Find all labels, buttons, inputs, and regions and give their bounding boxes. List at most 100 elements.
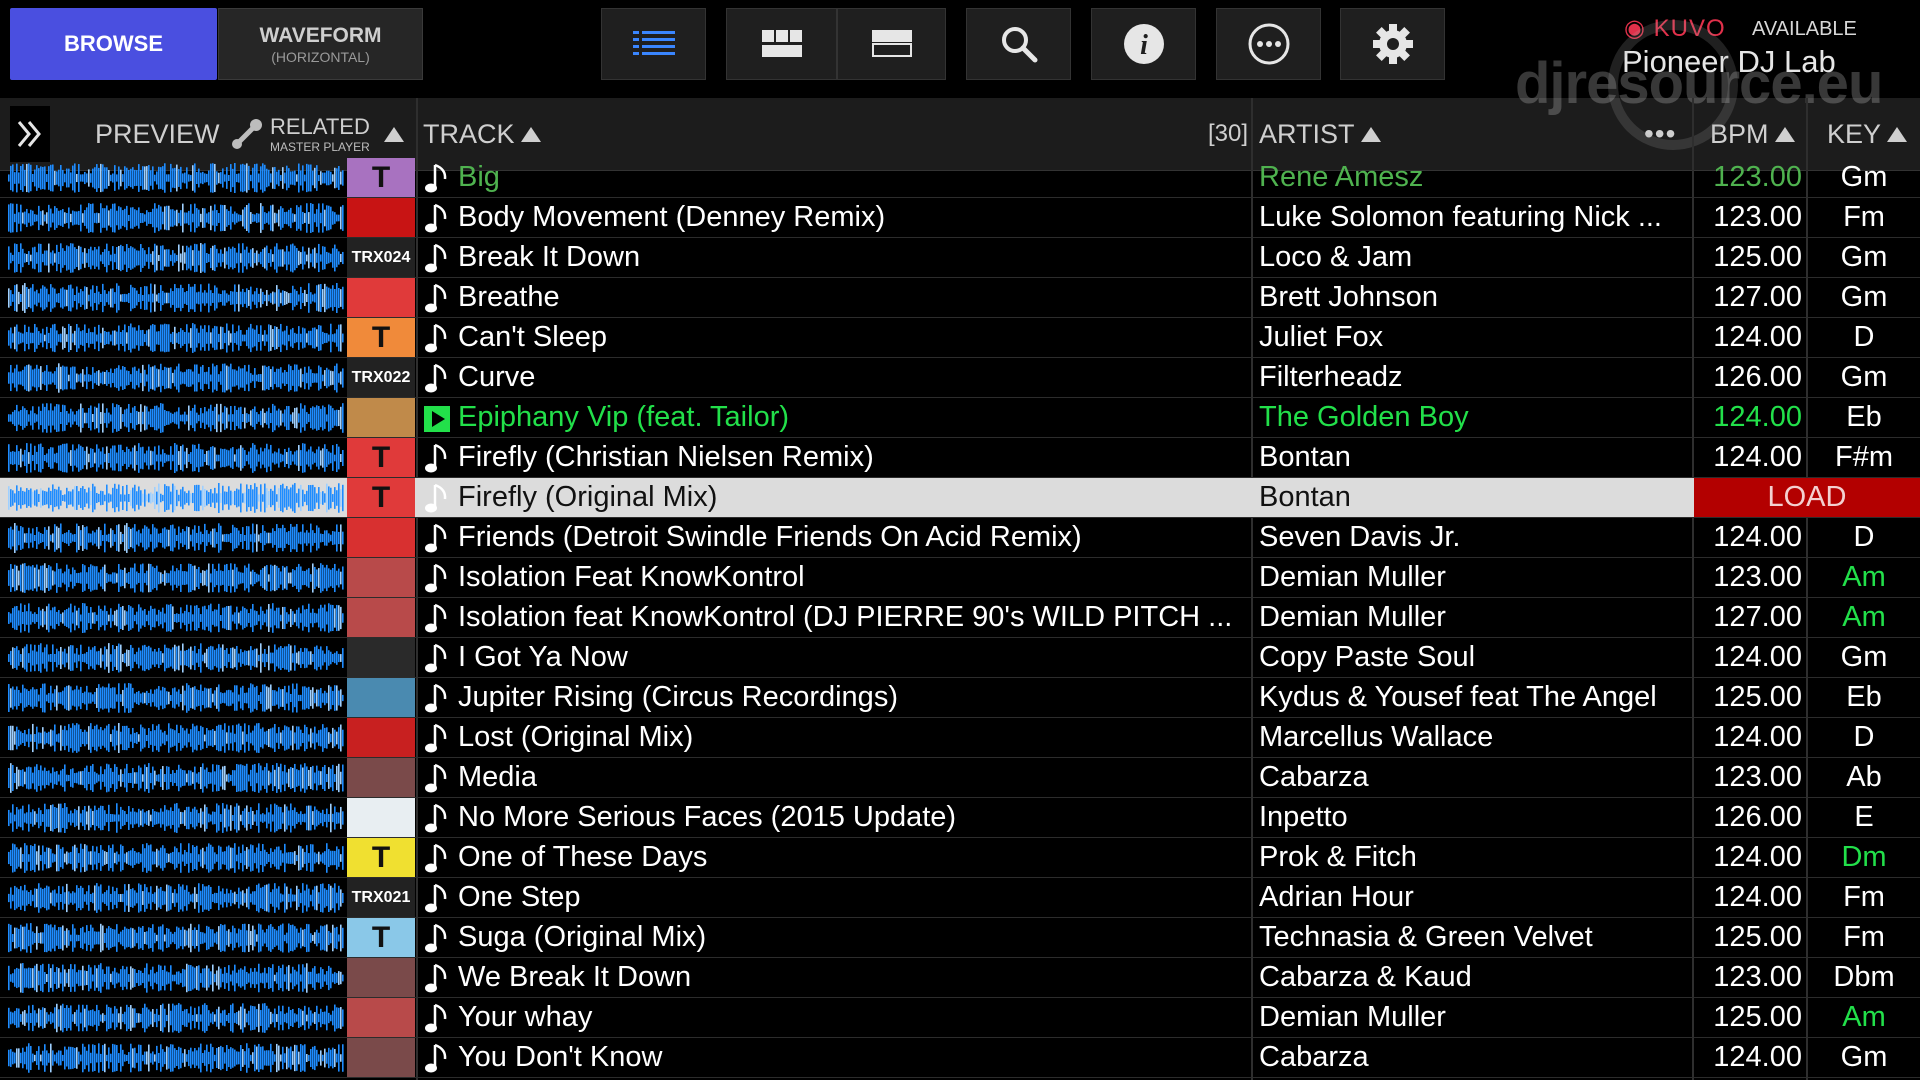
waveform-bar xyxy=(74,928,76,948)
browse-tab[interactable]: BROWSE xyxy=(10,8,217,80)
track-row[interactable]: Isolation feat KnowKontrol (DJ PIERRE 90… xyxy=(0,598,1920,638)
track-row[interactable]: Epiphany Vip (feat. Tailor) The Golden Bo… xyxy=(0,398,1920,438)
waveform-bar xyxy=(124,567,126,589)
waveform-preview[interactable] xyxy=(8,602,344,634)
waveform-preview[interactable] xyxy=(8,402,344,434)
track-row[interactable]: Breathe Brett Johnson 127.00 Gm xyxy=(0,278,1920,318)
waveform-bar xyxy=(134,890,136,906)
track-row[interactable]: T Firefly (Original Mix) Bontan LOAD xyxy=(0,478,1920,518)
waveform-bar xyxy=(24,1051,26,1065)
track-row[interactable]: Your whay Demian Muller 125.00 Am xyxy=(0,998,1920,1038)
track-row[interactable]: Body Movement (Denney Remix) Luke Solomon… xyxy=(0,198,1920,238)
waveform-preview[interactable] xyxy=(8,682,344,714)
waveform-bar xyxy=(58,651,60,665)
search-button[interactable] xyxy=(966,8,1071,80)
waveform-bar xyxy=(44,851,46,865)
track-row[interactable]: Jupiter Rising (Circus Recordings) Kydus … xyxy=(0,678,1920,718)
waveform-bar xyxy=(278,368,280,388)
waveform-preview[interactable] xyxy=(8,722,344,754)
waveform-preview[interactable] xyxy=(8,922,344,954)
waveform-preview[interactable] xyxy=(8,562,344,594)
waveform-preview[interactable] xyxy=(8,762,344,794)
info-button[interactable]: i xyxy=(1091,8,1196,80)
track-row[interactable]: TRX024 Break It Down Loco & Jam 125.00 Gm xyxy=(0,238,1920,278)
waveform-bar xyxy=(166,292,168,304)
waveform-bar xyxy=(224,204,226,232)
waveform-bar xyxy=(322,203,324,233)
track-artist: Technasia & Green Velvet xyxy=(1259,921,1593,953)
track-row[interactable]: T One of These Days Prok & Fitch 124.00 Dm xyxy=(0,838,1920,878)
waveform-preview[interactable] xyxy=(8,1042,344,1074)
waveform-bar xyxy=(40,965,42,991)
waveform-bar xyxy=(156,528,158,548)
waveform-bar xyxy=(10,526,12,550)
waveform-preview[interactable] xyxy=(8,162,344,194)
track-row[interactable]: T Suga (Original Mix) Technasia & Green Ve… xyxy=(0,918,1920,958)
waveform-preview[interactable] xyxy=(8,522,344,554)
track-row[interactable]: No More Serious Faces (2015 Update) Inpet… xyxy=(0,798,1920,838)
track-row[interactable]: Lost (Original Mix) Marcellus Wallace 124.… xyxy=(0,718,1920,758)
waveform-preview[interactable] xyxy=(8,962,344,994)
waveform-bar xyxy=(324,1048,326,1068)
expand-panel-button[interactable] xyxy=(10,106,50,162)
track-row[interactable]: You Don't Know Cabarza 124.00 Gm xyxy=(0,1038,1920,1078)
waveform-preview[interactable] xyxy=(8,842,344,874)
settings-button[interactable] xyxy=(1340,8,1445,80)
waveform-bar xyxy=(308,1054,310,1062)
waveform-preview[interactable] xyxy=(8,202,344,234)
track-row[interactable]: I Got Ya Now Copy Paste Soul 124.00 Gm xyxy=(0,638,1920,678)
waveform-preview[interactable] xyxy=(8,642,344,674)
waveform-bar xyxy=(224,851,226,865)
waveform-bar xyxy=(260,924,262,952)
waveform-bar xyxy=(126,763,128,793)
waveform-bar xyxy=(340,1007,342,1029)
track-row[interactable]: TRX021 One Step Adrian Hour 124.00 Fm xyxy=(0,878,1920,918)
waveform-bar xyxy=(248,1010,250,1026)
waveform-preview[interactable] xyxy=(8,482,344,514)
waveform-preview[interactable] xyxy=(8,1002,344,1034)
waveform-bar xyxy=(202,654,204,662)
split-view-button[interactable] xyxy=(837,8,946,80)
waveform-bar xyxy=(218,684,220,712)
waveform-tab[interactable]: WAVEFORM (HORIZONTAL) xyxy=(218,8,423,80)
waveform-bar xyxy=(302,767,304,789)
waveform-bar xyxy=(106,534,108,542)
more-button[interactable] xyxy=(1216,8,1321,80)
waveform-bar xyxy=(274,974,276,982)
waveform-preview[interactable] xyxy=(8,282,344,314)
waveform-bar xyxy=(38,1008,40,1028)
waveform-bar xyxy=(314,806,316,830)
waveform-preview[interactable] xyxy=(8,362,344,394)
waveform-preview[interactable] xyxy=(8,882,344,914)
waveform-preview[interactable] xyxy=(8,322,344,354)
waveform-bar xyxy=(254,648,256,668)
waveform-bar xyxy=(74,773,76,783)
waveform-bar xyxy=(222,973,224,983)
track-row[interactable]: TRX022 Curve Filterheadz 126.00 Gm xyxy=(0,358,1920,398)
waveform-bar xyxy=(120,207,122,229)
track-row[interactable]: Media Cabarza 123.00 Ab xyxy=(0,758,1920,798)
waveform-bar xyxy=(308,971,310,985)
waveform-bar xyxy=(46,644,48,672)
waveform-bar xyxy=(16,605,18,631)
list-view-button[interactable] xyxy=(601,8,706,80)
track-row[interactable]: T Can't Sleep Juliet Fox 124.00 D xyxy=(0,318,1920,358)
track-row[interactable]: T Big Rene Amesz 123.00 Gm xyxy=(0,158,1920,198)
waveform-preview[interactable] xyxy=(8,802,344,834)
waveform-bar xyxy=(60,770,62,786)
waveform-bar xyxy=(272,329,274,347)
waveform-bar xyxy=(194,525,196,551)
track-row[interactable]: We Break It Down Cabarza & Kaud 123.00 Dbm xyxy=(0,958,1920,998)
waveform-bar xyxy=(116,851,118,865)
waveform-bar xyxy=(128,728,130,748)
track-row[interactable]: Friends (Detroit Swindle Friends On Acid… xyxy=(0,518,1920,558)
waveform-preview[interactable] xyxy=(8,442,344,474)
grid-view-button[interactable] xyxy=(726,8,837,80)
track-row[interactable]: Isolation Feat KnowKontrol Demian Muller 1… xyxy=(0,558,1920,598)
waveform-bar xyxy=(292,653,294,663)
waveform-bar xyxy=(196,773,198,783)
waveform-preview[interactable] xyxy=(8,242,344,274)
load-button[interactable]: LOAD xyxy=(1694,478,1920,517)
track-row[interactable]: T Firefly (Christian Nielsen Remix) Bontan… xyxy=(0,438,1920,478)
waveform-bar xyxy=(288,489,290,507)
